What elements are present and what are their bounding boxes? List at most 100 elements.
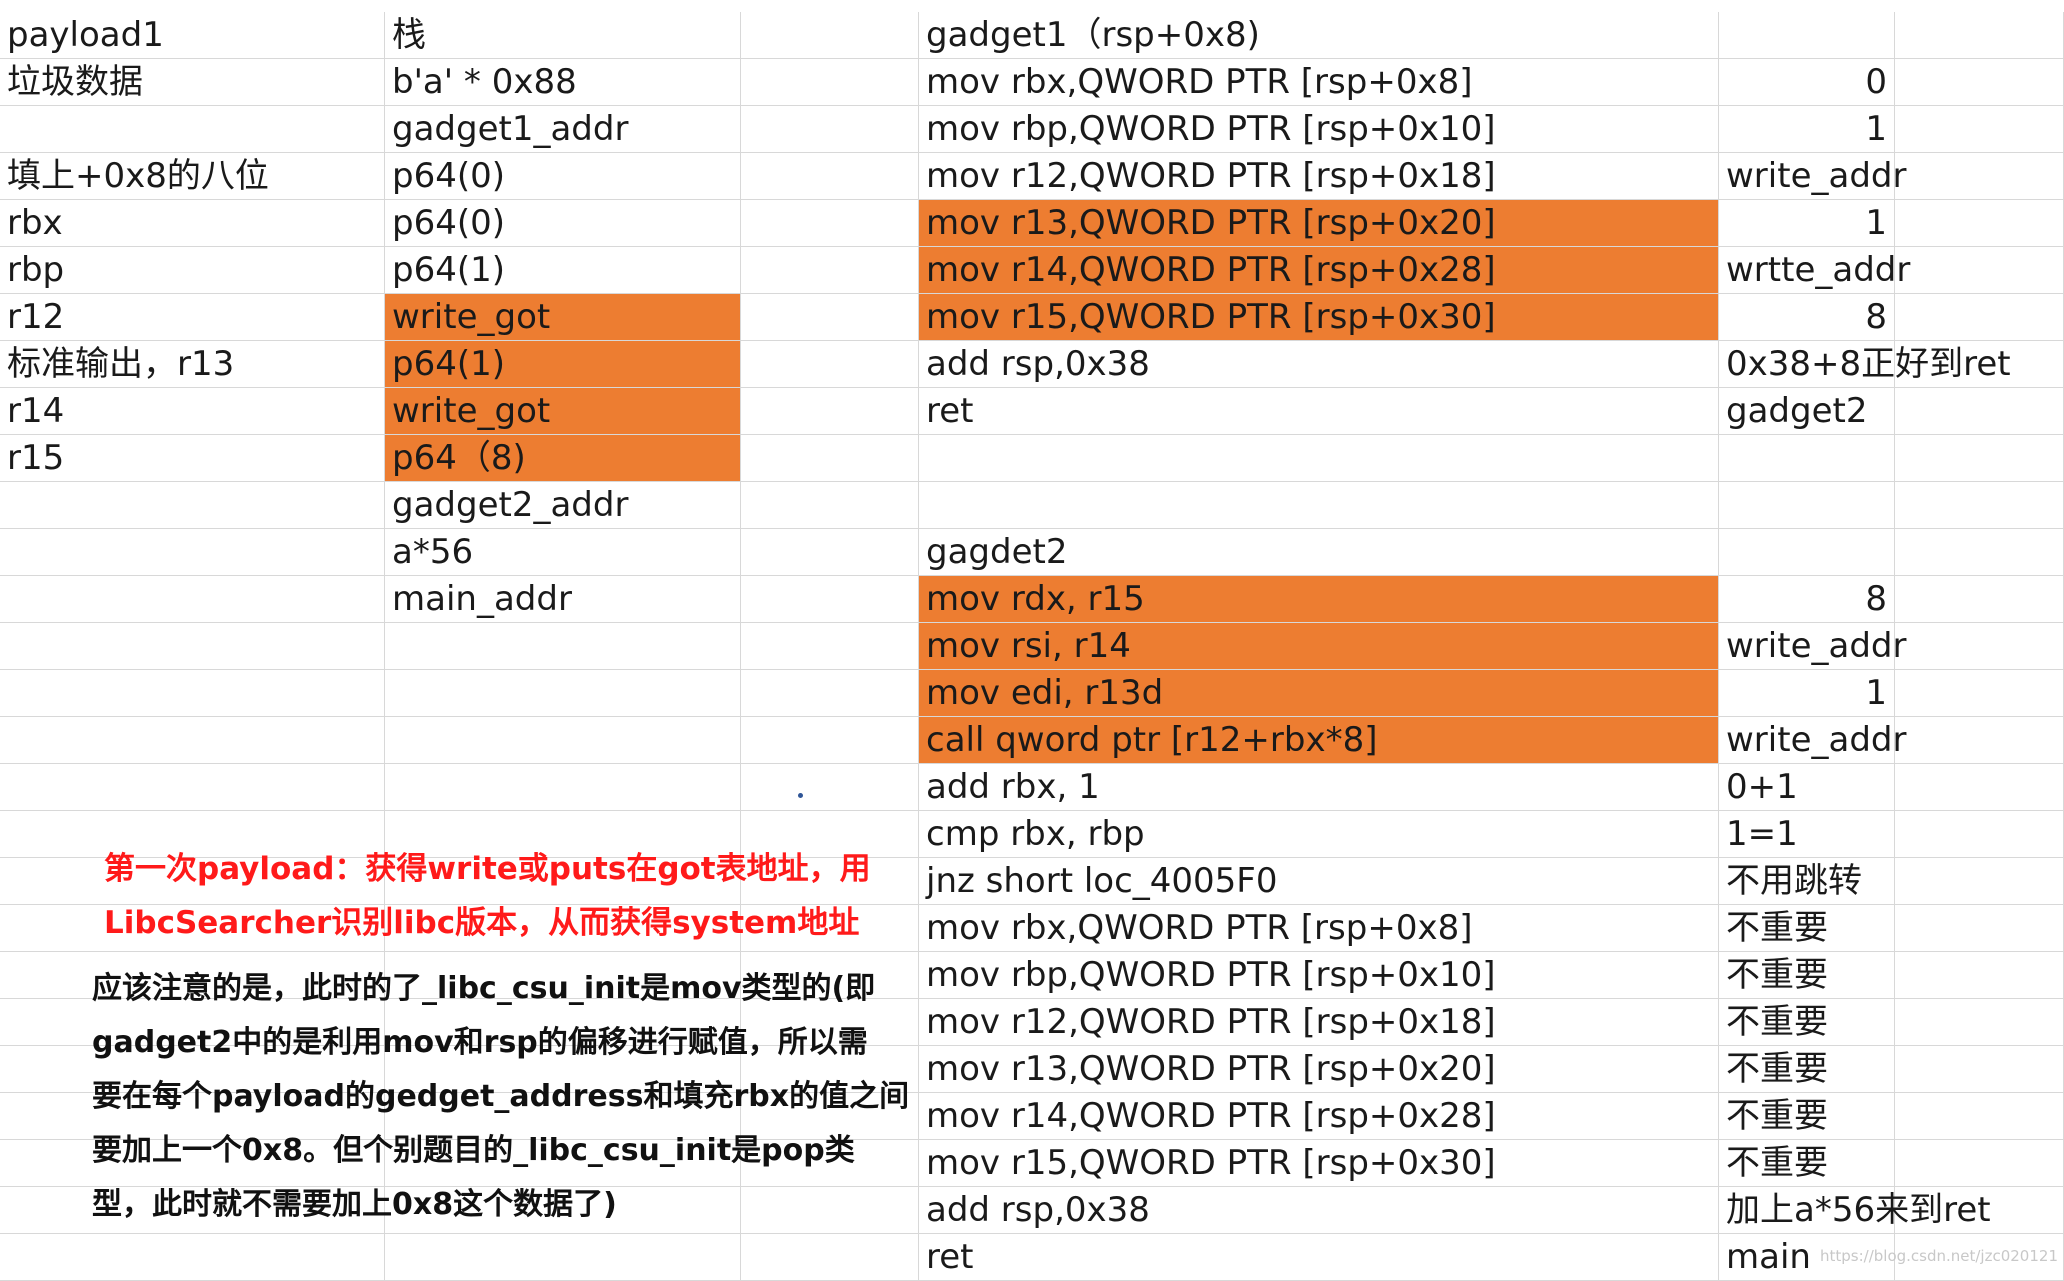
- cell-colD-row-17[interactable]: cmp rbx, rbp: [919, 811, 1719, 858]
- cell-colF-row-2[interactable]: [1895, 106, 2064, 153]
- cell-colC-row-0[interactable]: [741, 12, 919, 59]
- cell-colB-row-7[interactable]: p64(1): [385, 341, 741, 388]
- cell-colB-row-0[interactable]: 栈: [385, 12, 741, 59]
- cell-colE-row-4[interactable]: 1: [1719, 200, 1895, 247]
- cell-colF-row-15[interactable]: [1895, 717, 2064, 764]
- cell-colE-row-2[interactable]: 1: [1719, 106, 1895, 153]
- cell-colA-row-10[interactable]: [0, 482, 385, 529]
- cell-colA-row-0[interactable]: payload1: [0, 12, 385, 59]
- cell-colC-row-5[interactable]: [741, 247, 919, 294]
- cell-colA-row-13[interactable]: [0, 623, 385, 670]
- cell-colE-row-17[interactable]: 1=1: [1719, 811, 1895, 858]
- cell-colC-row-9[interactable]: [741, 435, 919, 482]
- cell-colD-row-11[interactable]: gagdet2: [919, 529, 1719, 576]
- cell-colF-row-7[interactable]: [1895, 341, 2064, 388]
- cell-colB-row-1[interactable]: b'a' * 0x88: [385, 59, 741, 106]
- cell-colC-row-3[interactable]: [741, 153, 919, 200]
- cell-colF-row-5[interactable]: [1895, 247, 2064, 294]
- cell-colD-row-15[interactable]: call qword ptr [r12+rbx*8]: [919, 717, 1719, 764]
- cell-colD-row-25[interactable]: add rsp,0x38: [919, 1187, 1719, 1234]
- cell-colB-row-26[interactable]: [385, 1234, 741, 1281]
- cell-colD-row-5[interactable]: mov r14,QWORD PTR [rsp+0x28]: [919, 247, 1719, 294]
- cell-colD-row-22[interactable]: mov r13,QWORD PTR [rsp+0x20]: [919, 1046, 1719, 1093]
- cell-colD-row-2[interactable]: mov rbp,QWORD PTR [rsp+0x10]: [919, 106, 1719, 153]
- cell-colD-row-0[interactable]: gadget1（rsp+0x8): [919, 12, 1719, 59]
- cell-colD-row-7[interactable]: add rsp,0x38: [919, 341, 1719, 388]
- cell-colF-row-14[interactable]: [1895, 670, 2064, 717]
- cell-colA-row-8[interactable]: r14: [0, 388, 385, 435]
- cell-colB-row-4[interactable]: p64(0): [385, 200, 741, 247]
- cell-colF-row-19[interactable]: [1895, 905, 2064, 952]
- cell-colF-row-25[interactable]: [1895, 1187, 2064, 1234]
- cell-colC-row-4[interactable]: [741, 200, 919, 247]
- cell-colC-row-16[interactable]: [741, 764, 919, 811]
- cell-colE-row-15[interactable]: write_addr: [1719, 717, 1895, 764]
- cell-colC-row-6[interactable]: [741, 294, 919, 341]
- cell-colE-row-0[interactable]: [1719, 12, 1895, 59]
- cell-colC-row-15[interactable]: [741, 717, 919, 764]
- cell-colF-row-24[interactable]: [1895, 1140, 2064, 1187]
- cell-colB-row-13[interactable]: [385, 623, 741, 670]
- cell-colE-row-13[interactable]: write_addr: [1719, 623, 1895, 670]
- cell-colC-row-26[interactable]: [741, 1234, 919, 1281]
- cell-colB-row-15[interactable]: [385, 717, 741, 764]
- cell-colD-row-4[interactable]: mov r13,QWORD PTR [rsp+0x20]: [919, 200, 1719, 247]
- cell-colD-row-12[interactable]: mov rdx, r15: [919, 576, 1719, 623]
- cell-colF-row-21[interactable]: [1895, 999, 2064, 1046]
- cell-colC-row-8[interactable]: [741, 388, 919, 435]
- cell-colB-row-8[interactable]: write_got: [385, 388, 741, 435]
- cell-colB-row-10[interactable]: gadget2_addr: [385, 482, 741, 529]
- cell-colF-row-1[interactable]: [1895, 59, 2064, 106]
- cell-colD-row-16[interactable]: add rbx, 1: [919, 764, 1719, 811]
- cell-colE-row-8[interactable]: gadget2: [1719, 388, 1895, 435]
- cell-colD-row-20[interactable]: mov rbp,QWORD PTR [rsp+0x10]: [919, 952, 1719, 999]
- cell-colE-row-19[interactable]: 不重要: [1719, 905, 1895, 952]
- cell-colF-row-8[interactable]: [1895, 388, 2064, 435]
- cell-colE-row-11[interactable]: [1719, 529, 1895, 576]
- cell-colE-row-24[interactable]: 不重要: [1719, 1140, 1895, 1187]
- cell-colE-row-10[interactable]: [1719, 482, 1895, 529]
- cell-colB-row-12[interactable]: main_addr: [385, 576, 741, 623]
- cell-colC-row-14[interactable]: [741, 670, 919, 717]
- cell-colB-row-11[interactable]: a*56: [385, 529, 741, 576]
- cell-colC-row-10[interactable]: [741, 482, 919, 529]
- cell-colF-row-11[interactable]: [1895, 529, 2064, 576]
- cell-colA-row-7[interactable]: 标准输出，r13: [0, 341, 385, 388]
- cell-colE-row-20[interactable]: 不重要: [1719, 952, 1895, 999]
- cell-colD-row-10[interactable]: [919, 482, 1719, 529]
- cell-colD-row-3[interactable]: mov r12,QWORD PTR [rsp+0x18]: [919, 153, 1719, 200]
- cell-colF-row-17[interactable]: [1895, 811, 2064, 858]
- cell-colB-row-5[interactable]: p64(1): [385, 247, 741, 294]
- cell-colF-row-3[interactable]: [1895, 153, 2064, 200]
- cell-colC-row-7[interactable]: [741, 341, 919, 388]
- cell-colD-row-24[interactable]: mov r15,QWORD PTR [rsp+0x30]: [919, 1140, 1719, 1187]
- cell-colC-row-11[interactable]: [741, 529, 919, 576]
- cell-colD-row-14[interactable]: mov edi, r13d: [919, 670, 1719, 717]
- cell-colD-row-26[interactable]: ret: [919, 1234, 1719, 1281]
- cell-colF-row-0[interactable]: [1895, 12, 2064, 59]
- cell-colD-row-18[interactable]: jnz short loc_4005F0: [919, 858, 1719, 905]
- cell-colF-row-12[interactable]: [1895, 576, 2064, 623]
- cell-colF-row-16[interactable]: [1895, 764, 2064, 811]
- cell-colE-row-16[interactable]: 0+1: [1719, 764, 1895, 811]
- cell-colA-row-16[interactable]: [0, 764, 385, 811]
- cell-colC-row-1[interactable]: [741, 59, 919, 106]
- cell-colA-row-5[interactable]: rbp: [0, 247, 385, 294]
- cell-colA-row-26[interactable]: [0, 1234, 385, 1281]
- cell-colD-row-6[interactable]: mov r15,QWORD PTR [rsp+0x30]: [919, 294, 1719, 341]
- cell-colA-row-12[interactable]: [0, 576, 385, 623]
- cell-colF-row-13[interactable]: [1895, 623, 2064, 670]
- cell-colA-row-6[interactable]: r12: [0, 294, 385, 341]
- cell-colE-row-5[interactable]: wrtte_addr: [1719, 247, 1895, 294]
- cell-colE-row-25[interactable]: 加上a*56来到ret: [1719, 1187, 1895, 1234]
- cell-colE-row-6[interactable]: 8: [1719, 294, 1895, 341]
- cell-colA-row-11[interactable]: [0, 529, 385, 576]
- cell-colC-row-13[interactable]: [741, 623, 919, 670]
- cell-colE-row-22[interactable]: 不重要: [1719, 1046, 1895, 1093]
- cell-colB-row-9[interactable]: p64（8): [385, 435, 741, 482]
- cell-colE-row-18[interactable]: 不用跳转: [1719, 858, 1895, 905]
- cell-colC-row-2[interactable]: [741, 106, 919, 153]
- cell-colB-row-2[interactable]: gadget1_addr: [385, 106, 741, 153]
- cell-colF-row-23[interactable]: [1895, 1093, 2064, 1140]
- cell-colF-row-10[interactable]: [1895, 482, 2064, 529]
